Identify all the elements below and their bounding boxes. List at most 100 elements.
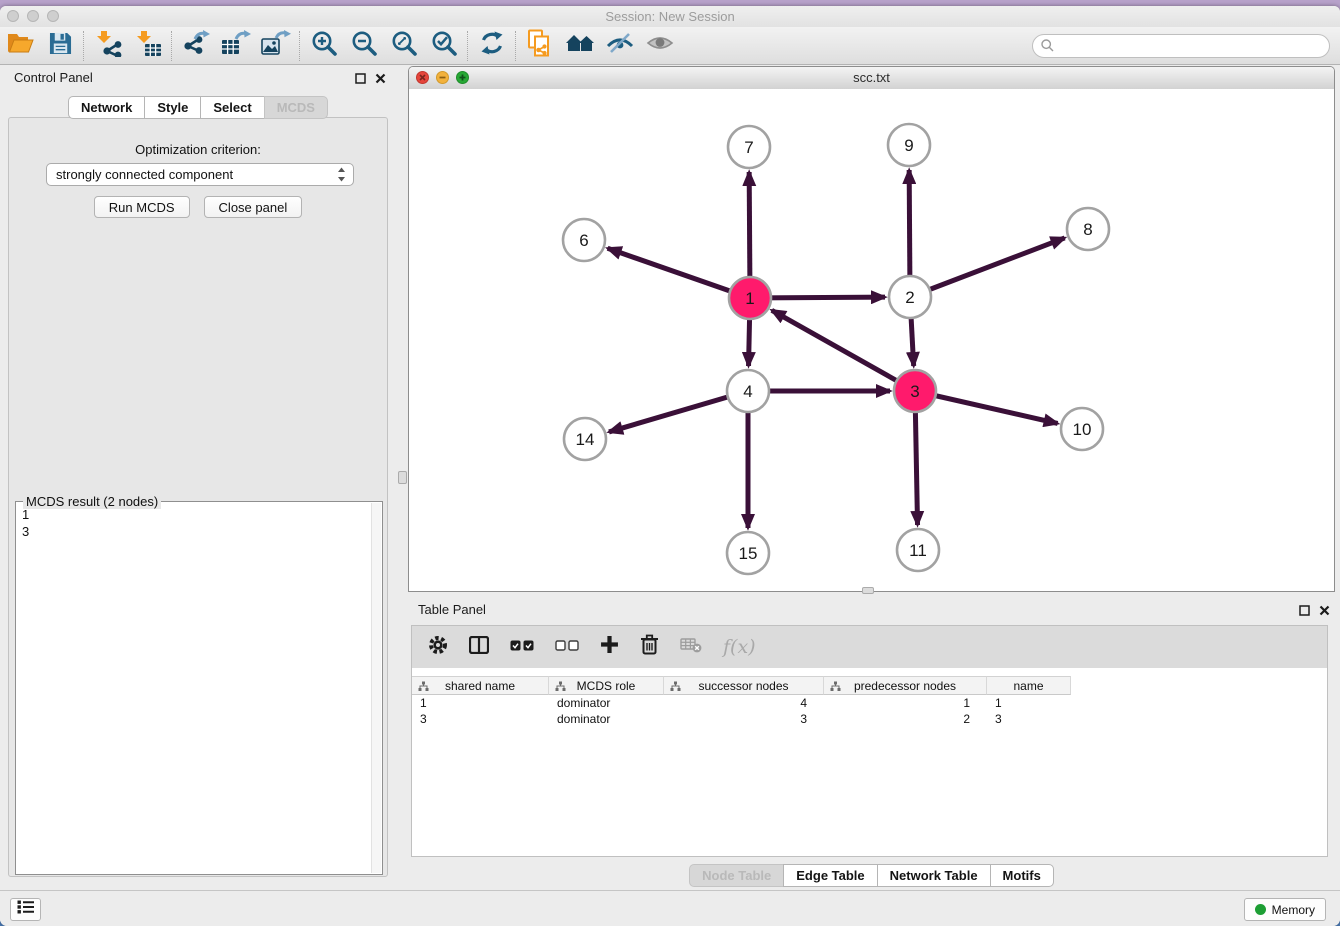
toolbar-separator	[515, 31, 517, 61]
tab-motifs[interactable]: Motifs	[990, 864, 1054, 887]
table-cell[interactable]: dominator	[549, 695, 664, 711]
close-panel-button[interactable]: Close panel	[204, 196, 303, 218]
table-toolbar: f(x)	[412, 626, 1327, 668]
graph-node-label-1: 1	[745, 289, 754, 308]
graph-edge-2-8[interactable]	[910, 238, 1065, 297]
column-header-name[interactable]: name	[987, 676, 1071, 695]
network-graph[interactable]: 1234678910111415	[409, 89, 1334, 592]
sort-tree-icon	[555, 681, 566, 695]
column-label: shared name	[445, 679, 515, 693]
export-table-button[interactable]	[216, 30, 256, 62]
select-all-columns-button[interactable]	[510, 638, 534, 656]
unselect-all-columns-button[interactable]	[555, 638, 579, 656]
split-panel-button[interactable]	[469, 636, 489, 659]
delete-column-button[interactable]	[640, 634, 659, 660]
column-header-MCDS-role[interactable]: MCDS role	[549, 676, 664, 695]
column-settings-button[interactable]	[428, 635, 448, 660]
hide-selected-button[interactable]	[600, 30, 640, 62]
import-network-icon	[95, 30, 122, 62]
copy-network-view-button[interactable]	[520, 30, 560, 62]
table-cell[interactable]: 1	[412, 695, 549, 711]
toolbar-separator	[171, 31, 173, 61]
table-cell[interactable]: 3	[412, 711, 549, 727]
graph-edge-1-6[interactable]	[608, 248, 750, 298]
zoom-fit-button[interactable]	[384, 30, 424, 62]
tab-mcds[interactable]: MCDS	[264, 96, 328, 119]
optimization-criterion-select[interactable]: strongly connected component	[46, 163, 354, 186]
network-window-titlebar[interactable]: scc.txt	[409, 67, 1334, 90]
control-panel-header: Control Panel	[0, 66, 396, 92]
zoom-selected-button[interactable]	[424, 30, 464, 62]
table-cell[interactable]: dominator	[549, 711, 664, 727]
table-cell[interactable]: 2	[824, 711, 987, 727]
table-cell[interactable]: 3	[664, 711, 824, 727]
sort-tree-icon	[418, 681, 429, 695]
table-row[interactable]: 3dominator323	[412, 711, 1071, 727]
column-header-shared-name[interactable]: shared name	[412, 676, 549, 695]
add-column-button[interactable]	[600, 635, 619, 659]
zoom-in-button[interactable]	[304, 30, 344, 62]
tab-node-table[interactable]: Node Table	[689, 864, 783, 887]
search-field	[1032, 34, 1330, 58]
delete-table-icon	[680, 637, 702, 658]
table-cell[interactable]: 3	[987, 711, 1071, 727]
table-body: 1dominator4113dominator323	[412, 695, 1071, 727]
node-table-container: f(x) shared name MCDS rolesuccessor nodes…	[411, 625, 1328, 857]
graph-node-label-14: 14	[576, 430, 595, 449]
optimization-criterion-label: Optimization criterion:	[9, 142, 387, 157]
horizontal-splitter-handle[interactable]	[862, 587, 874, 594]
checked-boxes-icon	[510, 638, 534, 656]
tab-style[interactable]: Style	[144, 96, 200, 119]
mcds-result-box: MCDS result (2 nodes) 1 3	[15, 501, 383, 875]
mcds-result-text[interactable]: 1 3	[22, 506, 29, 540]
graph-node-label-8: 8	[1083, 220, 1092, 239]
graph-node-label-9: 9	[904, 136, 913, 155]
vertical-splitter-handle[interactable]	[398, 471, 407, 484]
home-layout-button[interactable]	[560, 30, 600, 62]
table-cell[interactable]: 1	[824, 695, 987, 711]
table-cell[interactable]: 4	[664, 695, 824, 711]
refresh-layout-button[interactable]	[472, 30, 512, 62]
table-panel-close-icon[interactable]	[1319, 603, 1330, 621]
search-input[interactable]	[1032, 34, 1330, 58]
unchecked-boxes-icon	[555, 638, 579, 656]
tab-network[interactable]: Network	[68, 96, 144, 119]
show-all-button[interactable]	[640, 30, 680, 62]
table-header-row: shared name MCDS rolesuccessor nodesprede…	[412, 676, 1071, 695]
import-table-button[interactable]	[128, 30, 168, 62]
refresh-icon	[479, 30, 505, 61]
memory-button[interactable]: Memory	[1244, 898, 1326, 921]
table-row[interactable]: 1dominator411	[412, 695, 1071, 711]
open-session-button[interactable]	[0, 30, 40, 62]
network-canvas[interactable]: 1234678910111415	[409, 89, 1334, 591]
control-panel-float-icon[interactable]	[355, 71, 366, 89]
table-panel-float-icon[interactable]	[1299, 603, 1310, 621]
column-header-successor-nodes[interactable]: successor nodes	[664, 676, 824, 695]
result-scrollbar[interactable]	[371, 503, 381, 873]
task-history-button[interactable]	[10, 898, 41, 921]
table-cell[interactable]: 1	[987, 695, 1071, 711]
tab-network-table[interactable]: Network Table	[877, 864, 990, 887]
graph-node-label-3: 3	[910, 382, 919, 401]
zoom-out-button[interactable]	[344, 30, 384, 62]
tab-select[interactable]: Select	[200, 96, 263, 119]
export-image-button[interactable]	[256, 30, 296, 62]
network-view-window: scc.txt 1234678910111415	[408, 66, 1335, 592]
memory-label: Memory	[1272, 903, 1315, 917]
status-bar: Memory	[0, 890, 1340, 926]
control-panel-close-icon[interactable]	[375, 71, 386, 89]
column-label: name	[1013, 679, 1043, 693]
column-header-predecessor-nodes[interactable]: predecessor nodes	[824, 676, 987, 695]
save-session-button[interactable]	[40, 30, 80, 62]
graph-node-label-15: 15	[739, 544, 758, 563]
graph-node-label-6: 6	[579, 231, 588, 250]
graph-edge-3-1[interactable]	[772, 310, 915, 391]
run-mcds-button[interactable]: Run MCDS	[94, 196, 190, 218]
zoom-selected-icon	[431, 30, 458, 62]
import-network-button[interactable]	[88, 30, 128, 62]
mcds-result-title: MCDS result (2 nodes)	[23, 494, 161, 509]
mcds-panel: Optimization criterion: strongly connect…	[8, 117, 388, 877]
table-panel-tabs: Node TableEdge TableNetwork TableMotifs	[408, 864, 1335, 887]
export-network-button[interactable]	[176, 30, 216, 62]
tab-edge-table[interactable]: Edge Table	[783, 864, 876, 887]
